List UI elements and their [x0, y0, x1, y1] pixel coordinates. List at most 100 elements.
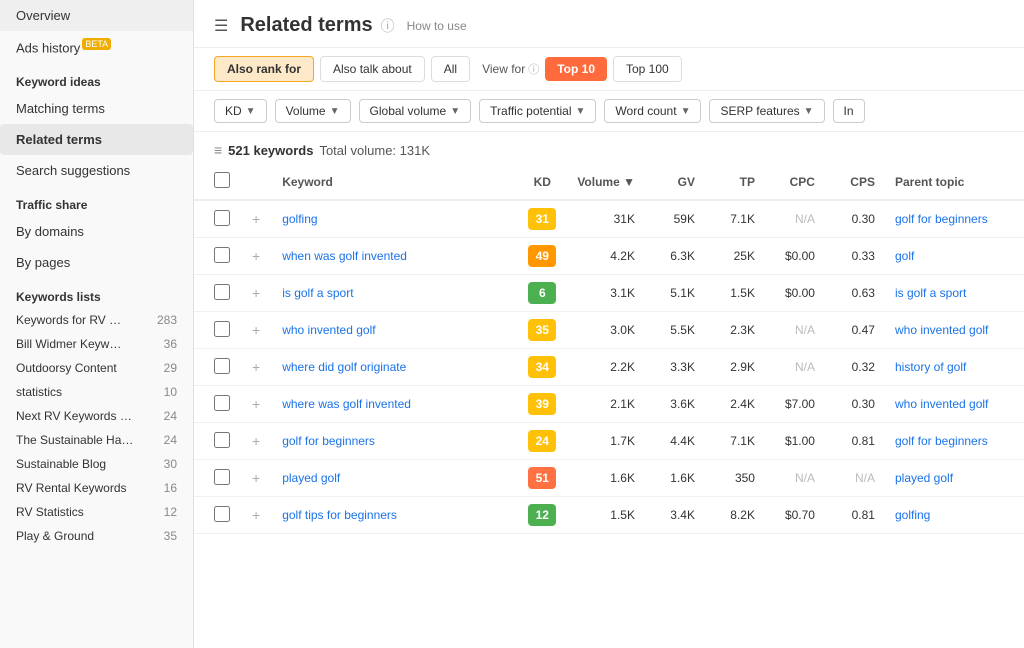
col-filter-volume[interactable]: Volume ▼	[275, 99, 351, 123]
col-filter-traffic-potential[interactable]: Traffic potential ▼	[479, 99, 596, 123]
td-cpc-8: $0.70	[765, 497, 825, 534]
keyword-link-5[interactable]: where was golf invented	[282, 397, 411, 411]
sidebar-list-item-kw-rv[interactable]: Keywords for RV … 283	[0, 308, 193, 332]
table-header-row: Keyword KD Volume ▼ GV TP CPC	[194, 164, 1024, 200]
sidebar-item-overview[interactable]: Overview	[0, 0, 193, 31]
row-checkbox-2[interactable]	[214, 284, 230, 300]
filter-all[interactable]: All	[431, 56, 470, 82]
parent-topic-link-7[interactable]: played golf	[895, 471, 953, 485]
add-keyword-btn-2[interactable]: +	[250, 285, 262, 301]
select-all-checkbox[interactable]	[214, 172, 230, 188]
parent-topic-link-0[interactable]: golf for beginners	[895, 212, 988, 226]
add-keyword-btn-7[interactable]: +	[250, 470, 262, 486]
sidebar-item-by-pages[interactable]: By pages	[0, 247, 193, 278]
keyword-link-0[interactable]: golfing	[282, 212, 317, 226]
parent-topic-link-5[interactable]: who invented golf	[895, 397, 988, 411]
table-row: + where did golf originate 34 2.2K 3.3K …	[194, 349, 1024, 386]
keyword-link-6[interactable]: golf for beginners	[282, 434, 375, 448]
row-checkbox-4[interactable]	[214, 358, 230, 374]
sidebar-list-item-outdoorsy[interactable]: Outdoorsy Content 29	[0, 356, 193, 380]
td-tp-5: 2.4K	[705, 386, 765, 423]
sidebar-item-related-terms[interactable]: Related terms	[0, 124, 193, 155]
sidebar-item-search-suggestions[interactable]: Search suggestions	[0, 155, 193, 186]
td-cpc-1: $0.00	[765, 238, 825, 275]
keyword-link-1[interactable]: when was golf invented	[282, 249, 407, 263]
col-filter-kd[interactable]: KD ▼	[214, 99, 267, 123]
td-volume-8: 1.5K	[567, 497, 645, 534]
parent-topic-link-3[interactable]: who invented golf	[895, 323, 988, 337]
parent-topic-link-4[interactable]: history of golf	[895, 360, 966, 374]
parent-topic-link-8[interactable]: golfing	[895, 508, 930, 522]
td-add-4: +	[240, 349, 272, 386]
sidebar-list-item-statistics[interactable]: statistics 10	[0, 380, 193, 404]
sidebar-list-item-play-ground[interactable]: Play & Ground 35	[0, 524, 193, 548]
add-keyword-btn-0[interactable]: +	[250, 211, 262, 227]
add-keyword-btn-8[interactable]: +	[250, 507, 262, 523]
td-kd-2: 6	[517, 275, 567, 312]
total-volume: Total volume: 131K	[319, 143, 430, 158]
col-filter-global-volume[interactable]: Global volume ▼	[359, 99, 472, 123]
filter-top-100[interactable]: Top 100	[613, 56, 682, 82]
td-cps-7: N/A	[825, 460, 885, 497]
sidebar-list-item-sustainable-blog[interactable]: Sustainable Blog 30	[0, 452, 193, 476]
question-icon: ⓘ	[381, 16, 395, 36]
row-checkbox-3[interactable]	[214, 321, 230, 337]
th-volume[interactable]: Volume ▼	[567, 164, 645, 200]
add-keyword-btn-3[interactable]: +	[250, 322, 262, 338]
how-to-use-link[interactable]: How to use	[407, 19, 467, 33]
row-checkbox-0[interactable]	[214, 210, 230, 226]
sidebar-item-matching-terms[interactable]: Matching terms	[0, 93, 193, 124]
td-check-3	[194, 312, 240, 349]
keywords-count: 521 keywords	[228, 143, 313, 158]
td-keyword-4: where did golf originate	[272, 349, 517, 386]
td-parent-topic-1: golf	[885, 238, 1024, 275]
col-filter-serp-features[interactable]: SERP features ▼	[709, 99, 824, 123]
sidebar-list-item-bill-widmer[interactable]: Bill Widmer Keyw… 36	[0, 332, 193, 356]
table-row: + golfing 31 31K 59K 7.1K N/A 0.30 golf …	[194, 200, 1024, 238]
sidebar-list-item-next-rv[interactable]: Next RV Keywords … 24	[0, 404, 193, 428]
parent-topic-link-6[interactable]: golf for beginners	[895, 434, 988, 448]
keyword-link-7[interactable]: played golf	[282, 471, 340, 485]
add-keyword-btn-1[interactable]: +	[250, 248, 262, 264]
row-checkbox-1[interactable]	[214, 247, 230, 263]
row-checkbox-8[interactable]	[214, 506, 230, 522]
td-cps-2: 0.63	[825, 275, 885, 312]
sidebar-list-item-rv-rental[interactable]: RV Rental Keywords 16	[0, 476, 193, 500]
table-row: + when was golf invented 49 4.2K 6.3K 25…	[194, 238, 1024, 275]
add-keyword-btn-4[interactable]: +	[250, 359, 262, 375]
td-tp-3: 2.3K	[705, 312, 765, 349]
sidebar-list-item-rv-statistics[interactable]: RV Statistics 12	[0, 500, 193, 524]
td-keyword-3: who invented golf	[272, 312, 517, 349]
add-keyword-btn-6[interactable]: +	[250, 433, 262, 449]
td-volume-7: 1.6K	[567, 460, 645, 497]
td-parent-topic-3: who invented golf	[885, 312, 1024, 349]
row-checkbox-5[interactable]	[214, 395, 230, 411]
sort-icon[interactable]: ≡	[214, 142, 222, 158]
td-cps-3: 0.47	[825, 312, 885, 349]
filter-also-rank-for[interactable]: Also rank for	[214, 56, 314, 82]
sidebar-item-ads-history[interactable]: Ads historyBETA	[0, 31, 193, 63]
parent-topic-link-1[interactable]: golf	[895, 249, 914, 263]
hamburger-icon[interactable]: ☰	[214, 16, 228, 36]
filter-top-10[interactable]: Top 10	[545, 57, 607, 81]
keyword-link-4[interactable]: where did golf originate	[282, 360, 406, 374]
td-add-1: +	[240, 238, 272, 275]
col-filter-word-count[interactable]: Word count ▼	[604, 99, 701, 123]
keyword-link-3[interactable]: who invented golf	[282, 323, 375, 337]
sidebar-item-by-domains[interactable]: By domains	[0, 216, 193, 247]
td-tp-6: 7.1K	[705, 423, 765, 460]
row-checkbox-7[interactable]	[214, 469, 230, 485]
td-check-0	[194, 200, 240, 238]
keyword-link-8[interactable]: golf tips for beginners	[282, 508, 397, 522]
cps-na-7: N/A	[855, 471, 875, 485]
parent-topic-link-2[interactable]: is golf a sport	[895, 286, 966, 300]
row-checkbox-6[interactable]	[214, 432, 230, 448]
filter-also-talk-about[interactable]: Also talk about	[320, 56, 425, 82]
col-filter-intent[interactable]: In	[833, 99, 865, 123]
add-keyword-btn-5[interactable]: +	[250, 396, 262, 412]
td-cps-8: 0.81	[825, 497, 885, 534]
td-check-2	[194, 275, 240, 312]
keyword-link-2[interactable]: is golf a sport	[282, 286, 353, 300]
table-row: + where was golf invented 39 2.1K 3.6K 2…	[194, 386, 1024, 423]
sidebar-list-item-sustainable-ha[interactable]: The Sustainable Ha… 24	[0, 428, 193, 452]
